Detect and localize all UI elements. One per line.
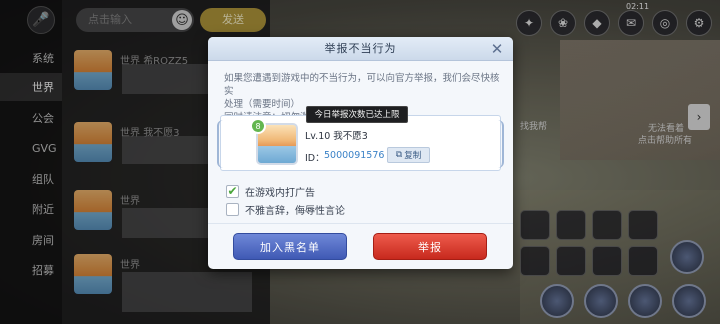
reason-option-advertising[interactable]: ✔ 在游戏内打广告 xyxy=(226,183,315,199)
checkbox-checked[interactable]: ✔ xyxy=(226,184,239,198)
report-limit-tooltip: 今日举报次数已达上限 xyxy=(306,106,408,123)
report-button[interactable]: 举报 xyxy=(373,233,487,260)
divider xyxy=(208,223,513,224)
checkbox-unchecked[interactable] xyxy=(226,202,239,216)
notice-line: 如果您遭遇到游戏中的不当行为，可以向官方举报，我们会尽快核实 xyxy=(224,73,500,97)
close-icon[interactable]: ✕ xyxy=(488,40,506,58)
add-to-blacklist-button[interactable]: 加入黑名单 xyxy=(233,233,347,260)
copy-label: 复制 xyxy=(404,151,422,161)
reason-label: 在游戏内打广告 xyxy=(245,187,315,199)
report-dialog: 举报不当行为 ✕ 如果您遭遇到游戏中的不当行为，可以向官方举报，我们会尽快核实 … xyxy=(208,37,513,269)
card-decoration xyxy=(217,120,225,168)
copy-icon: ⧉ xyxy=(395,150,403,160)
reason-option-insult[interactable]: 不雅言辞，侮辱性言论 xyxy=(226,201,345,217)
reason-label: 不雅言辞，侮辱性言论 xyxy=(245,205,345,217)
player-name: Lv.10 我不愿3 xyxy=(305,131,368,142)
level-badge: 8 xyxy=(250,118,266,134)
player-id-label: ID： xyxy=(305,153,325,164)
dialog-title: 举报不当行为 xyxy=(324,42,397,55)
copy-id-button[interactable]: ⧉ 复制 xyxy=(387,147,430,163)
card-decoration xyxy=(496,120,504,168)
player-id-value: 5000091576 xyxy=(324,150,385,161)
